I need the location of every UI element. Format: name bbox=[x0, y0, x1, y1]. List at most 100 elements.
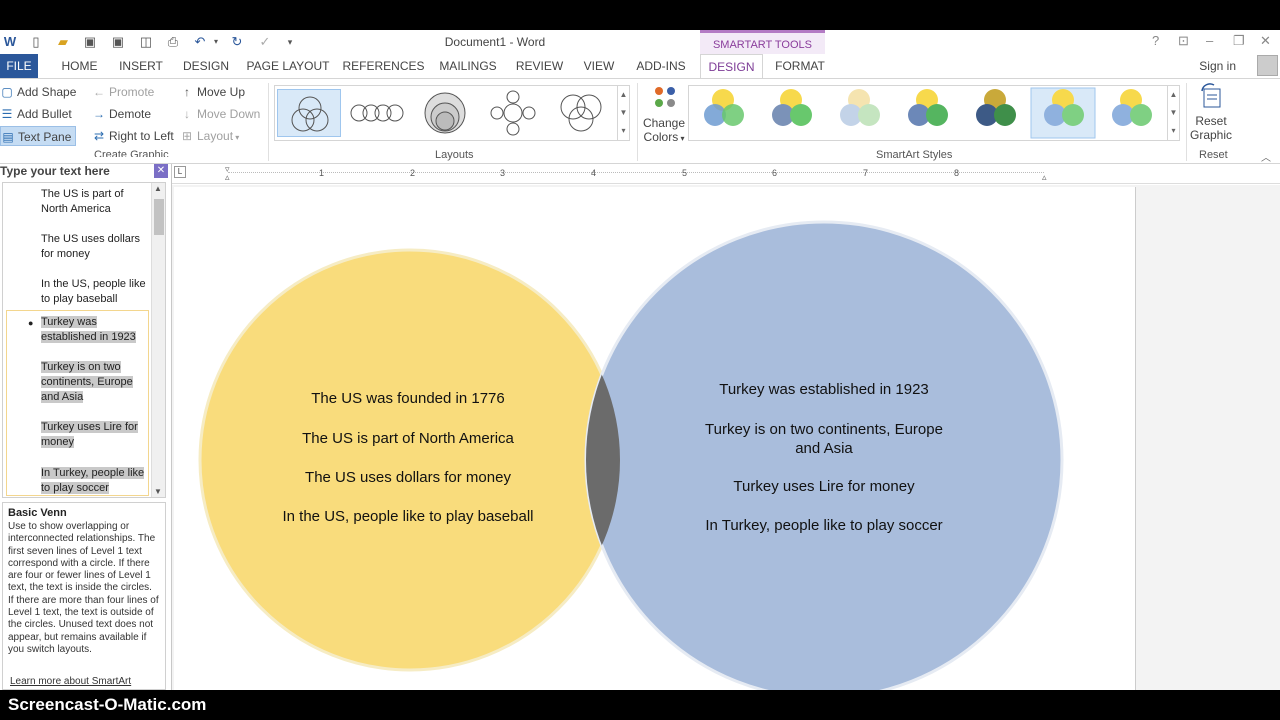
move-up-button[interactable]: ↑ Move Up bbox=[180, 82, 245, 102]
venn-circle-us[interactable] bbox=[198, 248, 622, 672]
styles-gallery-scroll[interactable]: ▲ ▼ ▾ bbox=[1167, 86, 1179, 140]
venn-right-line: Turkey uses Lire for money bbox=[733, 478, 915, 495]
right-indent-marker-icon[interactable]: ▵ bbox=[1042, 172, 1047, 183]
close-window-icon[interactable]: ✕ bbox=[1260, 33, 1271, 49]
text-pane-item[interactable]: Turkey uses Lire for money bbox=[41, 420, 146, 450]
document-page[interactable]: The US was founded in 1776 The US is par… bbox=[174, 187, 1136, 692]
right-to-left-label: Right to Left bbox=[109, 129, 174, 143]
layouts-gallery-scroll[interactable]: ▲ ▼ ▾ bbox=[617, 86, 629, 140]
move-down-label: Move Down bbox=[197, 107, 261, 121]
close-text-pane-icon[interactable]: ✕ bbox=[154, 164, 168, 178]
tab-smartart-design[interactable]: DESIGN bbox=[700, 54, 763, 79]
demote-label: Demote bbox=[109, 107, 152, 121]
minimize-icon[interactable]: – bbox=[1206, 33, 1213, 48]
layout-radial-venn[interactable] bbox=[481, 89, 545, 137]
style-thumb-4[interactable] bbox=[908, 89, 948, 126]
text-pane-label: Text Pane bbox=[18, 130, 72, 144]
layout-label: Layout bbox=[197, 129, 234, 143]
layout-description-title: Basic Venn bbox=[8, 507, 67, 519]
stacked-venn-thumbnail-icon bbox=[424, 92, 466, 134]
reset-graphic-label-2: Graphic bbox=[1189, 128, 1233, 142]
text-pane-button[interactable]: ▤ Text Pane bbox=[0, 126, 77, 146]
venn-left-line: The US was founded in 1776 bbox=[311, 390, 504, 407]
style-thumb-5[interactable] bbox=[976, 89, 1016, 126]
avatar[interactable] bbox=[1257, 55, 1278, 76]
layout-basic-venn[interactable] bbox=[277, 89, 341, 137]
text-pane-list[interactable]: The US is part of North America The US u… bbox=[2, 182, 166, 498]
radial-venn-thumbnail-icon bbox=[490, 90, 536, 136]
text-pane-item[interactable]: In Turkey, people like to play soccer bbox=[41, 466, 146, 496]
venn-circle-turkey[interactable] bbox=[584, 220, 1064, 692]
sign-in-link[interactable]: Sign in bbox=[1199, 54, 1236, 78]
styles-scroll-up-icon[interactable]: ▲ bbox=[1168, 86, 1179, 104]
style-thumb-2[interactable] bbox=[772, 89, 812, 126]
venn-diagram[interactable]: The US was founded in 1776 The US is par… bbox=[174, 187, 1136, 692]
style-thumb-1[interactable] bbox=[704, 89, 744, 126]
layouts-gallery[interactable]: ▲ ▼ ▾ bbox=[274, 85, 630, 141]
horizontal-ruler[interactable]: L ▿ ▵ ▵ 1 2 3 4 5 6 7 8 bbox=[172, 164, 1280, 184]
text-pane-item[interactable]: Turkey is on two continents, Europe and … bbox=[41, 360, 146, 405]
style-thumb-3[interactable] bbox=[840, 89, 880, 126]
styles-gallery-more-icon[interactable]: ▾ bbox=[1168, 122, 1179, 140]
add-shape-button[interactable]: ▢ Add Shape bbox=[0, 82, 76, 102]
style-thumb-7[interactable] bbox=[1112, 89, 1152, 126]
venn-left-line: In the US, people like to play baseball bbox=[283, 508, 534, 525]
tab-page-layout[interactable]: PAGE LAYOUT bbox=[244, 54, 332, 78]
restore-icon[interactable]: ❐ bbox=[1233, 33, 1245, 49]
smartart-text-pane: Type your text here ✕ The US is part of … bbox=[0, 164, 172, 690]
styles-scroll-down-icon[interactable]: ▼ bbox=[1168, 104, 1179, 122]
add-bullet-label: Add Bullet bbox=[17, 107, 72, 121]
change-colors-dropdown-icon: ▾ bbox=[678, 134, 685, 143]
ribbon-display-options-icon[interactable]: ⊡ bbox=[1178, 33, 1189, 49]
tab-mailings[interactable]: MAILINGS bbox=[434, 54, 502, 78]
layout-venn-variant[interactable] bbox=[549, 89, 613, 137]
text-pane-item-text: The US uses dollars for money bbox=[41, 233, 141, 260]
tab-design[interactable]: DESIGN bbox=[176, 54, 236, 78]
promote-button[interactable]: ← Promote bbox=[92, 82, 154, 102]
scroll-down-arrow-icon[interactable]: ▼ bbox=[154, 487, 162, 496]
demote-button[interactable]: → Demote bbox=[92, 104, 151, 124]
ruler-number: 7 bbox=[863, 168, 869, 178]
right-to-left-button[interactable]: ⇄ Right to Left bbox=[92, 126, 174, 146]
text-pane-item-text: Turkey uses Lire for money bbox=[41, 421, 138, 448]
ruler-number: 8 bbox=[954, 168, 960, 178]
move-down-button[interactable]: ↓ Move Down bbox=[180, 104, 260, 124]
tab-format[interactable]: FORMAT bbox=[768, 54, 832, 78]
text-pane-scrollbar[interactable]: ▲ ▼ bbox=[151, 183, 165, 497]
layout-stacked-venn[interactable] bbox=[413, 89, 477, 137]
layout-linear-venn[interactable] bbox=[345, 89, 409, 137]
help-icon[interactable]: ? bbox=[1152, 33, 1159, 48]
title-bar: W ▯ ▰ ▣ ▣ ◫ ⎙ ↶ ▾ ↻ ✓ ▾ Document1 - Word… bbox=[0, 30, 1280, 54]
scroll-up-icon[interactable]: ▲ bbox=[618, 86, 629, 104]
tab-home[interactable]: HOME bbox=[52, 54, 107, 78]
venn-right-line: In Turkey, people like to play soccer bbox=[705, 517, 942, 534]
text-pane-item[interactable]: The US uses dollars for money bbox=[41, 232, 146, 262]
text-pane-item[interactable]: The US is part of North America bbox=[41, 187, 146, 217]
tab-insert[interactable]: INSERT bbox=[113, 54, 169, 78]
scroll-up-arrow-icon[interactable]: ▲ bbox=[154, 184, 162, 193]
reset-graphic-button[interactable]: Reset Graphic bbox=[1188, 81, 1234, 145]
smartart-styles-gallery[interactable]: ▲ ▼ ▾ bbox=[688, 85, 1180, 141]
add-bullet-button[interactable]: ☰ Add Bullet bbox=[0, 104, 72, 124]
palette-icon bbox=[655, 87, 675, 107]
change-colors-button[interactable]: Change Colors ▾ bbox=[642, 81, 686, 145]
tab-references[interactable]: REFERENCES bbox=[341, 54, 426, 78]
text-pane-item[interactable]: Turkey was established in 1923 bbox=[41, 315, 146, 345]
tab-selector-icon[interactable]: L bbox=[174, 166, 186, 178]
ribbon-separator bbox=[637, 83, 638, 161]
scroll-down-icon[interactable]: ▼ bbox=[618, 104, 629, 122]
collapse-ribbon-icon[interactable]: ︿ bbox=[1261, 149, 1271, 164]
ruler-number: 1 bbox=[319, 168, 325, 178]
tab-file[interactable]: FILE bbox=[0, 54, 38, 78]
layout-button[interactable]: ⊞ Layout ▾ bbox=[180, 126, 239, 146]
smartart-tools-label: SMARTART TOOLS bbox=[700, 30, 825, 54]
left-indent-marker-icon[interactable]: ▵ bbox=[225, 172, 230, 183]
gallery-more-icon[interactable]: ▾ bbox=[618, 122, 629, 140]
learn-more-link[interactable]: Learn more about SmartArt bbox=[10, 676, 131, 687]
tab-review[interactable]: REVIEW bbox=[511, 54, 568, 78]
ruler-number: 3 bbox=[500, 168, 506, 178]
text-pane-item[interactable]: In the US, people like to play baseball bbox=[41, 277, 146, 307]
tab-view[interactable]: VIEW bbox=[576, 54, 622, 78]
text-pane-scroll-thumb[interactable] bbox=[154, 199, 164, 235]
tab-add-ins[interactable]: ADD-INS bbox=[630, 54, 692, 78]
